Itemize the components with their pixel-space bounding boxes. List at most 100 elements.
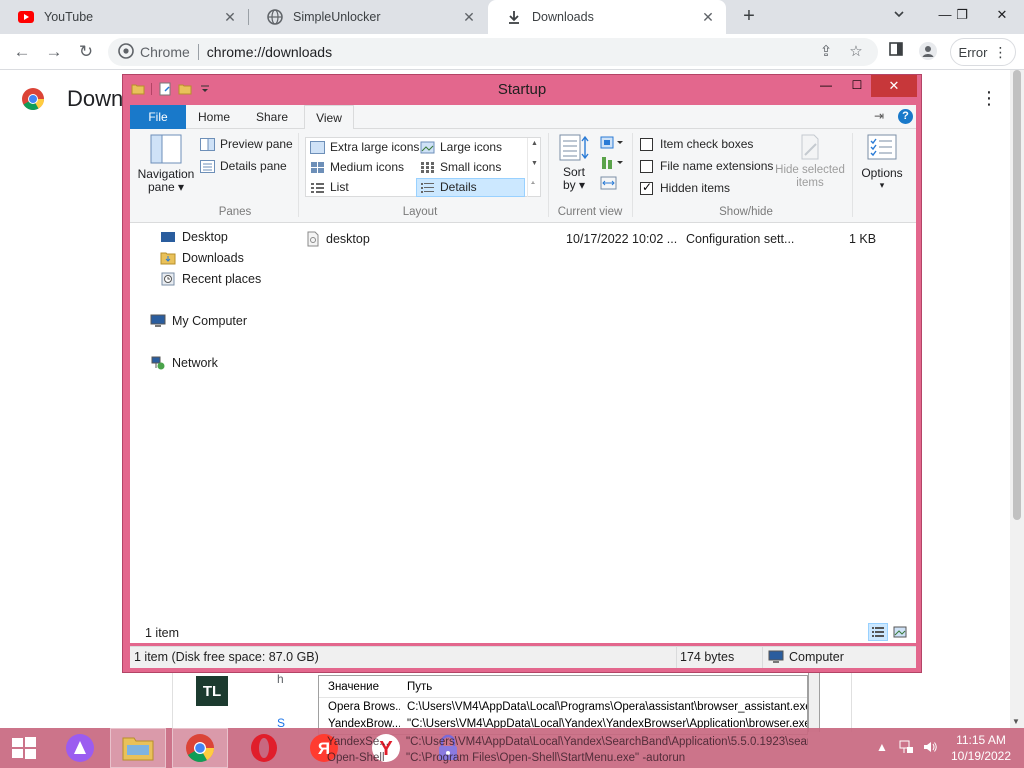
scrollbar-thumb[interactable] (1013, 70, 1021, 520)
nav-network[interactable]: Network (150, 356, 218, 370)
registry-name: YandexSe... (327, 736, 389, 748)
column-value-header[interactable]: Значение (328, 681, 400, 693)
checkbox[interactable] (640, 137, 653, 151)
checkbox[interactable] (640, 180, 653, 195)
file-row[interactable]: desktop 10/17/2022 10:02 ... Configurati… (305, 229, 905, 249)
taskbar-chrome[interactable] (172, 728, 228, 768)
help-icon[interactable]: ? (898, 109, 913, 124)
layout-list[interactable]: List (310, 180, 349, 194)
close-button[interactable]: ✕ (871, 75, 917, 97)
options-button[interactable]: Options ▾ (856, 133, 908, 190)
taskbar-opera[interactable] (236, 728, 292, 768)
status-bar: 1 item (Disk free space: 87.0 GB) 174 by… (130, 646, 916, 668)
details-view-button[interactable] (868, 623, 888, 641)
size-columns-button[interactable] (599, 175, 619, 194)
group-by-button[interactable] (599, 135, 625, 154)
expand-gallery-icon[interactable]: ⩡ (531, 180, 535, 188)
hidden-items-checkbox[interactable]: Hidden items (640, 180, 730, 195)
layout-medium-icons[interactable]: Medium icons (310, 160, 404, 174)
minimize-button[interactable]: — (813, 75, 839, 97)
properties-icon[interactable] (158, 82, 172, 96)
group-by-icon (600, 136, 623, 149)
maximize-button[interactable]: ☐ (844, 75, 870, 97)
taskbar-explorer[interactable] (110, 728, 166, 768)
download-name-peek[interactable]: h (277, 672, 284, 686)
add-columns-icon (602, 157, 623, 169)
registry-row[interactable]: Open-Shell "C:\Program Files\Open-Shell\… (318, 752, 808, 768)
tab-share[interactable]: Share (252, 105, 292, 129)
error-button[interactable]: Error ⋮ (950, 38, 1016, 66)
restore-button[interactable]: ❐ (945, 0, 979, 30)
checkbox[interactable] (640, 159, 653, 173)
tab-simpleunlocker[interactable]: SimpleUnlocker ✕ (249, 0, 487, 34)
start-button[interactable] (0, 728, 48, 768)
file-name-extensions-checkbox[interactable]: File name extensions (640, 159, 773, 173)
close-icon[interactable]: ✕ (461, 9, 477, 25)
new-folder-icon[interactable] (178, 82, 192, 96)
navigation-pane-button[interactable]: Navigation pane ▾ (136, 133, 196, 194)
chevron-down-icon[interactable] (890, 8, 908, 26)
layout-large-icons[interactable]: Large icons (420, 140, 502, 154)
explorer-titlebar[interactable]: Startup — ☐ ✕ (123, 75, 921, 105)
panes-group-label: Panes (218, 206, 252, 218)
reload-button[interactable]: ↻ (75, 41, 97, 63)
volume-icon[interactable] (922, 739, 938, 758)
details-pane-icon (200, 159, 215, 173)
back-button[interactable]: ← (11, 41, 33, 63)
details-pane-button[interactable]: Details pane (200, 159, 287, 173)
checkbox-label: Item check boxes (660, 137, 754, 151)
tab-home[interactable]: Home (194, 105, 234, 129)
layout-label: Medium icons (330, 160, 405, 174)
nav-recent-places[interactable]: Recent places (160, 272, 261, 286)
sort-by-button[interactable]: Sort by ▾ (554, 133, 594, 192)
registry-name: Open-Shell (327, 752, 385, 764)
nav-label: Network (172, 356, 218, 370)
show-hidden-icons[interactable]: ▲ (876, 740, 888, 754)
sort-icon (559, 134, 589, 161)
close-window-button[interactable]: ✕ (985, 0, 1019, 30)
large-icons-view-button[interactable] (890, 623, 910, 641)
tab-downloads[interactable]: Downloads ✕ (488, 0, 726, 34)
layout-details[interactable]: Details (420, 180, 477, 194)
layout-gallery-scroll[interactable]: ▲ ▼ ⩡ (527, 138, 541, 197)
share-icon[interactable]: ⇪ (816, 42, 836, 62)
minimize-ribbon-icon[interactable]: ⇥ (874, 109, 884, 123)
registry-row[interactable]: Opera Brows... C:\Users\VM4\AppData\Loca… (319, 698, 807, 715)
scroll-up-icon[interactable]: ▲ (531, 140, 538, 147)
tab-view[interactable]: View (304, 105, 354, 130)
more-icon[interactable]: ⋮ (980, 88, 998, 109)
nav-my-computer[interactable]: My Computer (150, 314, 247, 328)
layout-extra-large-icons[interactable]: Extra large icons (310, 140, 419, 154)
registry-header: Значение Путь (319, 676, 807, 698)
side-panel-icon[interactable] (886, 42, 906, 62)
group-separator (852, 133, 853, 217)
profile-icon[interactable] (918, 42, 938, 62)
chevron-down-icon[interactable] (198, 82, 212, 96)
add-columns-button[interactable] (599, 155, 625, 174)
address-bar[interactable]: Chrome chrome://downloads (108, 38, 878, 66)
preview-pane-button[interactable]: Preview pane (200, 137, 293, 151)
column-path-header[interactable]: Путь (407, 681, 432, 693)
scroll-down-icon[interactable]: ▼ (531, 160, 538, 167)
tab-file[interactable]: File (130, 105, 186, 129)
network-tray-icon[interactable] (898, 739, 914, 758)
taskbar-alice[interactable] (52, 728, 108, 768)
new-tab-button[interactable]: + (738, 6, 760, 28)
nav-desktop[interactable]: Desktop (160, 230, 228, 244)
computer-icon (150, 314, 166, 327)
close-icon[interactable]: ✕ (222, 9, 238, 25)
close-icon[interactable]: ✕ (700, 9, 716, 25)
page-scrollbar[interactable]: ▼ (1010, 70, 1024, 728)
forward-button[interactable]: → (43, 41, 65, 63)
layout-small-icons[interactable]: Small icons (420, 160, 501, 174)
hide-selected-items-button[interactable]: Hide selected items (774, 133, 846, 190)
scroll-down-icon[interactable]: ▼ (1012, 717, 1020, 726)
folder-icon[interactable] (131, 82, 145, 96)
item-check-boxes-checkbox[interactable]: Item check boxes (640, 137, 753, 151)
status-location-label: Computer (789, 650, 844, 664)
nav-downloads[interactable]: Downloads (160, 251, 244, 265)
star-icon[interactable]: ☆ (846, 42, 866, 62)
taskbar-clock[interactable]: 11:15 AM 10/19/2022 (946, 732, 1016, 764)
registry-row[interactable]: YandexSe... "C:\Users\VM4\AppData\Local\… (318, 735, 808, 752)
tab-youtube[interactable]: YouTube ✕ (0, 0, 248, 34)
